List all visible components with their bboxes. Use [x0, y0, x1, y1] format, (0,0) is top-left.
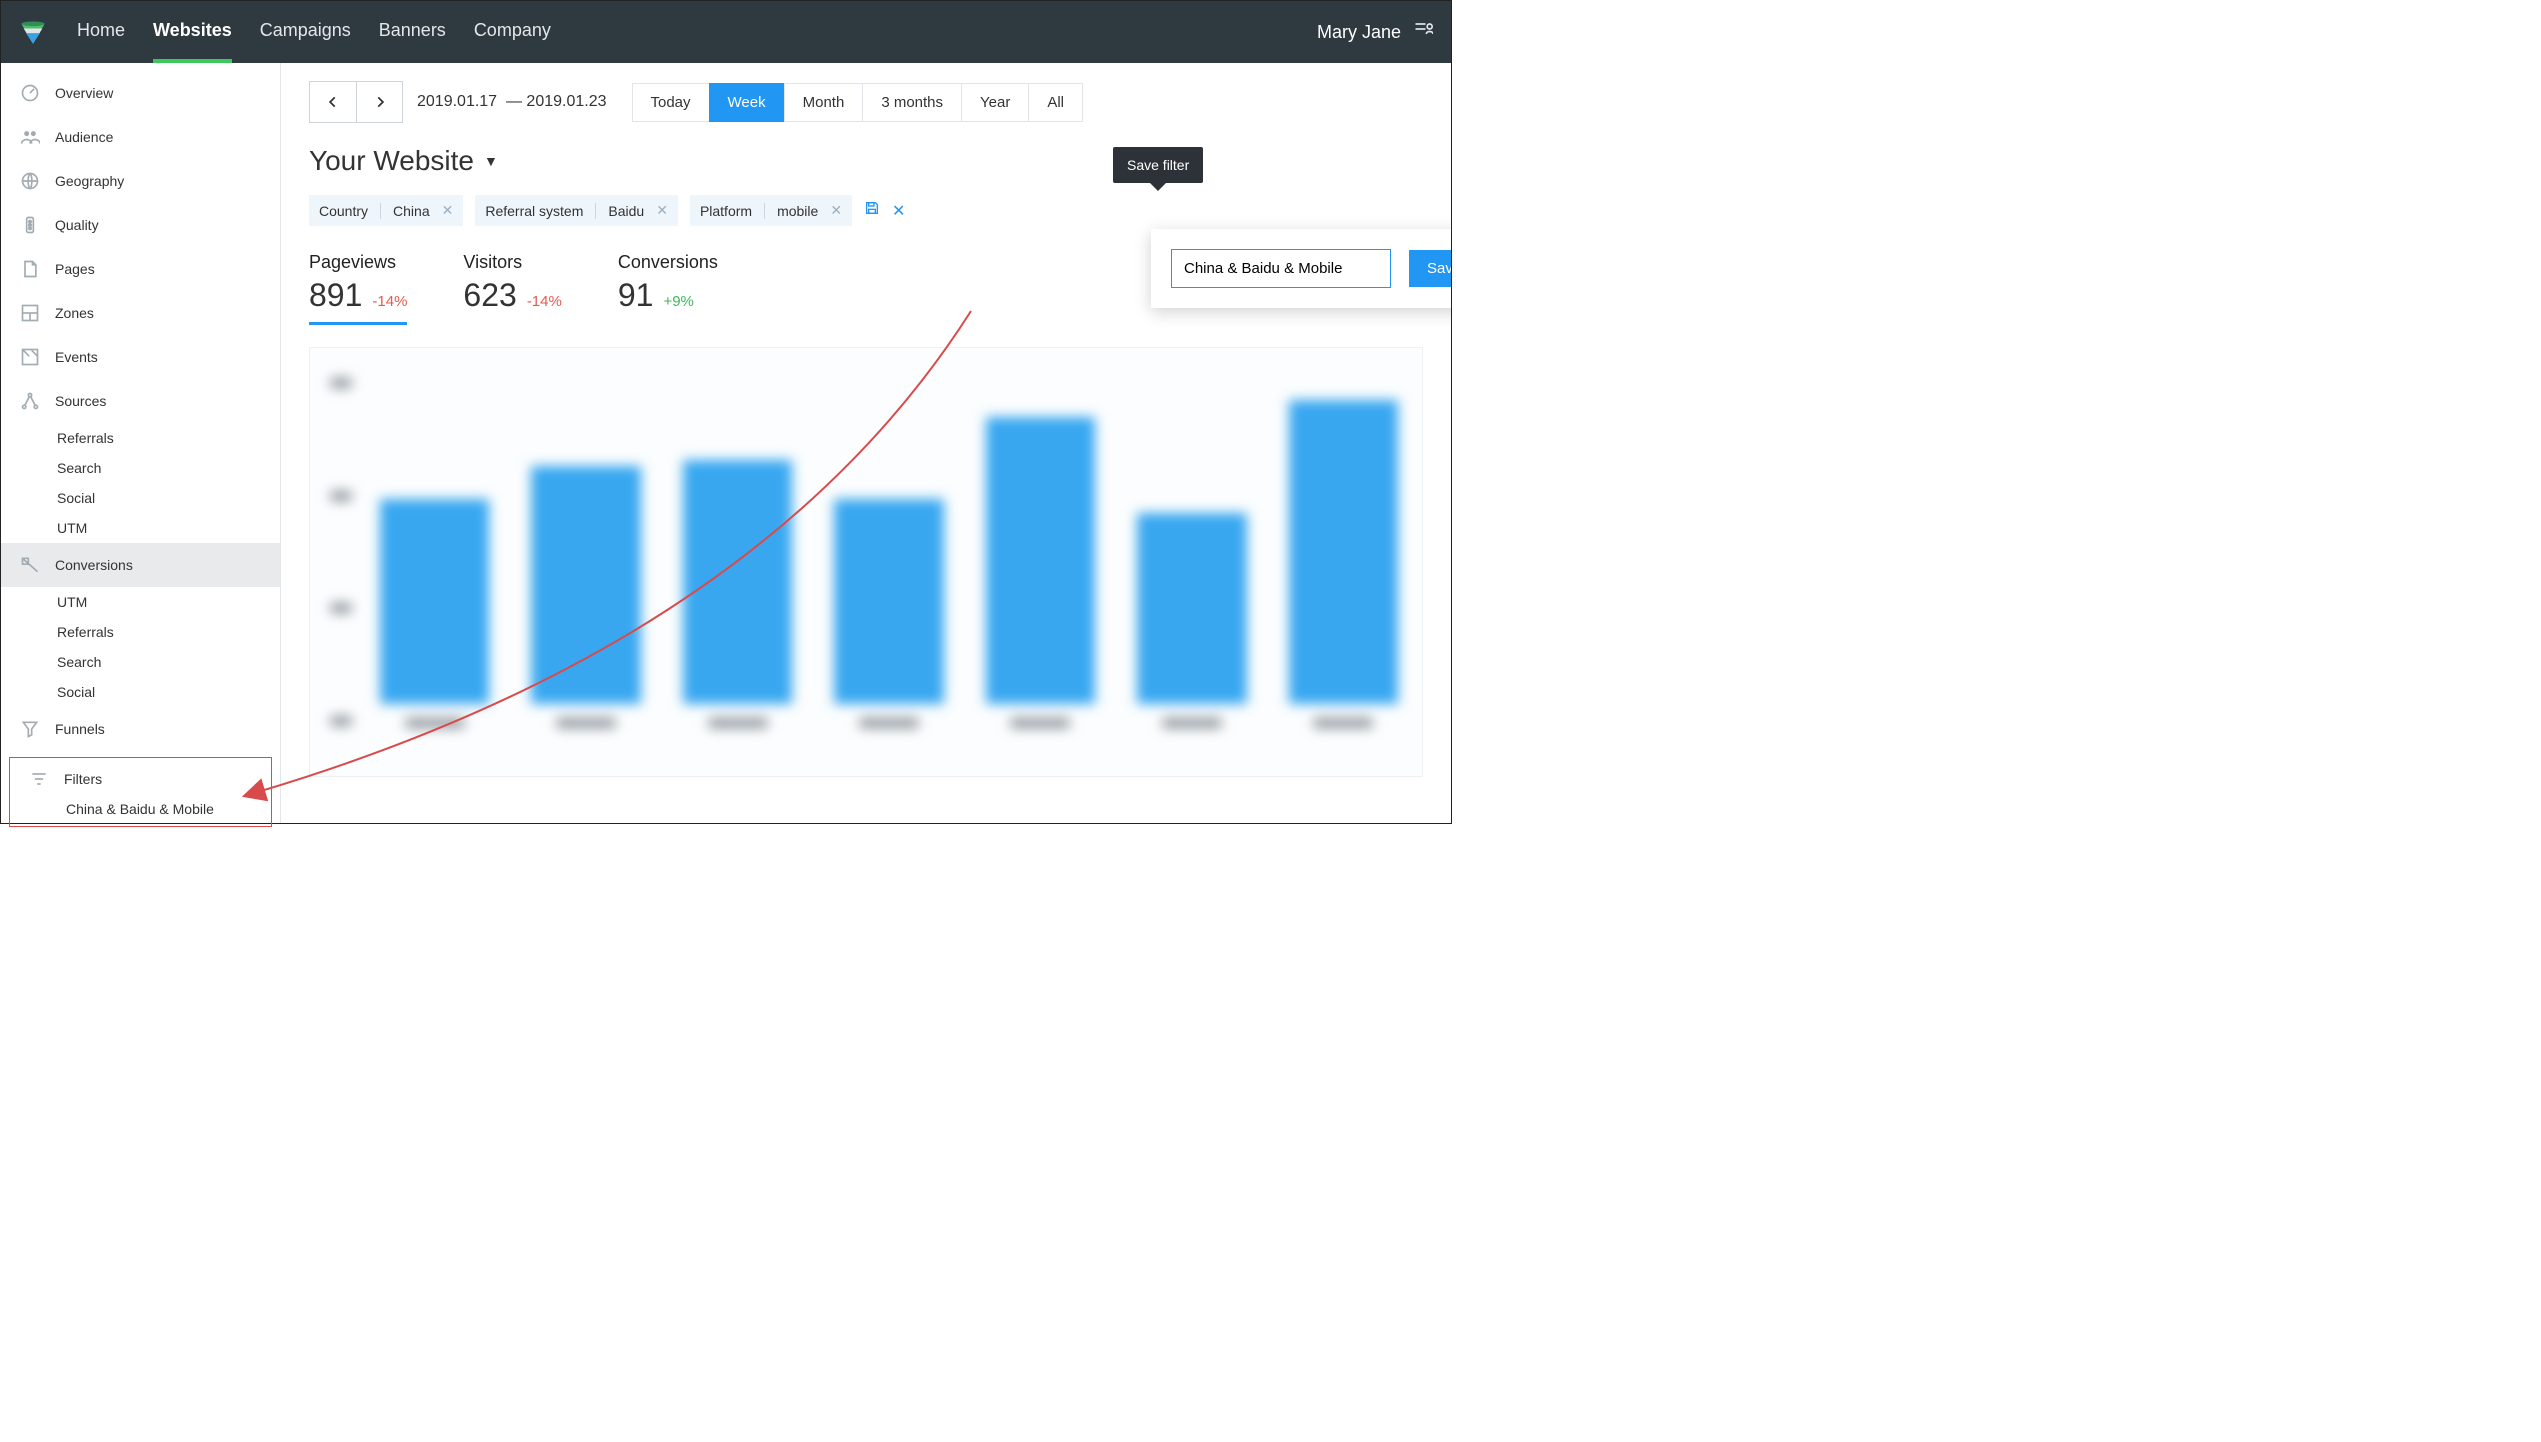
sidebar-sub-referrals[interactable]: Referrals — [1, 423, 280, 453]
save-button[interactable]: Save — [1409, 250, 1451, 287]
site-title: Your Website — [309, 145, 474, 177]
user-name: Mary Jane — [1317, 22, 1401, 43]
sidebar-item-zones[interactable]: Zones — [1, 291, 280, 335]
sidebar-item-label: Zones — [55, 305, 94, 321]
sidebar-item-sources[interactable]: Sources — [1, 379, 280, 423]
filter-icon — [28, 768, 50, 790]
user-switch-icon — [1413, 19, 1433, 45]
nav-websites[interactable]: Websites — [153, 20, 232, 63]
sidebar-item-funnels[interactable]: Funnels — [1, 707, 280, 751]
metric-conversions[interactable]: Conversions 91 +9% — [618, 252, 718, 325]
sidebar-sub-conv-social[interactable]: Social — [1, 677, 280, 707]
logo-icon — [19, 18, 47, 46]
sidebar-item-audience[interactable]: Audience — [1, 115, 280, 159]
app-header: Home Websites Campaigns Banners Company … — [1, 1, 1451, 63]
range-month[interactable]: Month — [784, 83, 864, 122]
date-prev-button[interactable] — [310, 82, 356, 122]
remove-filter-icon[interactable]: ✕ — [438, 202, 454, 219]
clear-filters-icon[interactable]: ✕ — [892, 201, 905, 221]
sidebar-item-label: Quality — [55, 217, 99, 233]
sidebar-item-geography[interactable]: Geography — [1, 159, 280, 203]
sidebar-item-label: Geography — [55, 173, 124, 189]
date-next-button[interactable] — [356, 82, 402, 122]
main-panel: 2019.01.17 — 2019.01.23 Today Week Month… — [281, 63, 1451, 823]
active-filters: Country China ✕ Referral system Baidu ✕ … — [309, 195, 1423, 226]
range-today[interactable]: Today — [632, 83, 710, 122]
events-icon — [19, 346, 41, 368]
nav-home[interactable]: Home — [77, 20, 125, 63]
sidebar-item-label: Audience — [55, 129, 113, 145]
nav-campaigns[interactable]: Campaigns — [260, 20, 351, 63]
page-icon — [19, 258, 41, 280]
sidebar-item-events[interactable]: Events — [1, 335, 280, 379]
range-year[interactable]: Year — [961, 83, 1029, 122]
sidebar-item-filters[interactable]: Filters — [10, 762, 271, 796]
nav-company[interactable]: Company — [474, 20, 551, 63]
date-range[interactable]: 2019.01.17 — 2019.01.23 — [417, 93, 607, 111]
sidebar-sub-social[interactable]: Social — [1, 483, 280, 513]
sidebar-item-label: Sources — [55, 393, 106, 409]
chart-area — [309, 347, 1423, 777]
sidebar-item-label: Overview — [55, 85, 113, 101]
sidebar-item-label: Pages — [55, 261, 95, 277]
chart-y-axis — [330, 378, 352, 726]
nav-banners[interactable]: Banners — [379, 20, 446, 63]
sidebar-sub-saved-filter[interactable]: China & Baidu & Mobile — [10, 796, 271, 822]
range-tabs: Today Week Month 3 months Year All — [633, 83, 1084, 122]
sidebar-item-conversions[interactable]: Conversions — [1, 543, 280, 587]
chart-bars — [380, 378, 1398, 728]
funnel-icon — [19, 718, 41, 740]
sidebar-item-quality[interactable]: Quality — [1, 203, 280, 247]
filter-chip-platform: Platform mobile ✕ — [690, 195, 852, 226]
save-filter-popover: Save — [1151, 229, 1451, 308]
range-all[interactable]: All — [1028, 83, 1083, 122]
sidebar-sub-utm[interactable]: UTM — [1, 513, 280, 543]
date-nav — [309, 81, 403, 123]
traffic-light-icon — [19, 214, 41, 236]
sidebar: Overview Audience Geography Quality Page… — [1, 63, 281, 823]
chevron-down-icon: ▼ — [484, 153, 498, 169]
range-3months[interactable]: 3 months — [862, 83, 962, 122]
sidebar-item-overview[interactable]: Overview — [1, 71, 280, 115]
gauge-icon — [19, 82, 41, 104]
sidebar-sub-search[interactable]: Search — [1, 453, 280, 483]
range-week[interactable]: Week — [709, 83, 785, 122]
save-filter-tooltip: Save filter — [1113, 147, 1203, 183]
sidebar-item-pages[interactable]: Pages — [1, 247, 280, 291]
sidebar-sub-conv-referrals[interactable]: Referrals — [1, 617, 280, 647]
metric-visitors[interactable]: Visitors 623 -14% — [463, 252, 561, 325]
sidebar-item-label: Conversions — [55, 557, 133, 573]
date-toolbar: 2019.01.17 — 2019.01.23 Today Week Month… — [309, 81, 1423, 123]
metric-pageviews[interactable]: Pageviews 891 -14% — [309, 252, 407, 325]
filter-chip-country: Country China ✕ — [309, 195, 463, 226]
sidebar-sub-conv-search[interactable]: Search — [1, 647, 280, 677]
conversions-icon — [19, 554, 41, 576]
sidebar-sub-conv-utm[interactable]: UTM — [1, 587, 280, 617]
globe-icon — [19, 170, 41, 192]
zones-icon — [19, 302, 41, 324]
filter-chip-referral: Referral system Baidu ✕ — [475, 195, 678, 226]
save-filter-icon[interactable] — [864, 200, 880, 221]
people-icon — [19, 126, 41, 148]
remove-filter-icon[interactable]: ✕ — [826, 202, 842, 219]
filter-name-input[interactable] — [1171, 249, 1391, 288]
user-menu[interactable]: Mary Jane — [1317, 19, 1433, 45]
sidebar-item-label: Funnels — [55, 721, 105, 737]
site-selector[interactable]: Your Website ▼ — [309, 145, 1423, 177]
top-nav: Home Websites Campaigns Banners Company — [77, 2, 551, 63]
sources-icon — [19, 390, 41, 412]
sidebar-item-label: Events — [55, 349, 98, 365]
sidebar-item-label: Filters — [64, 771, 102, 787]
remove-filter-icon[interactable]: ✕ — [652, 202, 668, 219]
filters-highlight-box: Filters China & Baidu & Mobile — [9, 757, 272, 827]
